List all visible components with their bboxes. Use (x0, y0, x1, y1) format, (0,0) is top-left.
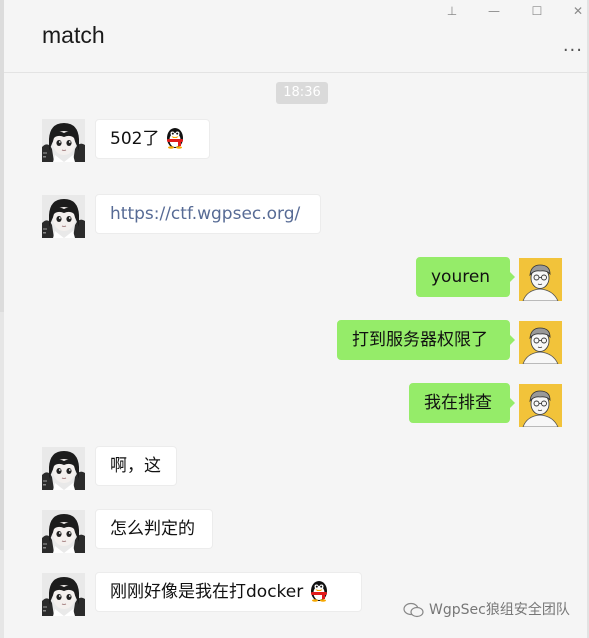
message-text: youren (431, 267, 491, 287)
message-text: 怎么判定的 (110, 519, 195, 539)
qq-penguin-emoji-icon (163, 125, 187, 149)
self-avatar[interactable] (519, 384, 562, 427)
timestamp-badge: 18:36 (276, 82, 328, 104)
message-bubble-incoming[interactable]: https://ctf.wgpsec.org/ (95, 194, 321, 234)
watermark-text: WgpSec狼组安全团队 (429, 602, 570, 618)
message-text: 502了 (110, 129, 160, 149)
self-avatar[interactable] (519, 321, 562, 364)
message-bubble-incoming[interactable]: 502了 (95, 119, 210, 159)
message-text: 打到服务器权限了 (352, 330, 488, 350)
pin-icon[interactable]: ⊥ (444, 3, 460, 19)
maximize-icon[interactable]: ☐ (529, 3, 545, 19)
more-options-icon[interactable]: ··· (563, 40, 583, 61)
contact-avatar[interactable] (42, 510, 85, 553)
wechat-icon (403, 602, 424, 618)
message-bubble-incoming[interactable]: 怎么判定的 (95, 509, 213, 549)
watermark: WgpSec狼组安全团队 (403, 599, 570, 619)
chat-title: match (42, 22, 105, 48)
close-icon[interactable]: ✕ (570, 3, 586, 19)
contact-avatar[interactable] (42, 119, 85, 162)
message-link[interactable]: https://ctf.wgpsec.org/ (110, 204, 300, 224)
contact-avatar[interactable] (42, 447, 85, 490)
minimize-icon[interactable]: — (486, 3, 502, 19)
message-bubble-incoming[interactable]: 啊，这 (95, 446, 177, 486)
message-bubble-outgoing[interactable]: 我在排查 (409, 383, 515, 423)
message-bubble-outgoing[interactable]: youren (416, 257, 515, 297)
message-bubble-incoming[interactable]: 刚刚好像是我在打docker (95, 572, 362, 612)
contact-avatar[interactable] (42, 195, 85, 238)
message-text: 啊，这 (110, 456, 161, 476)
contact-avatar[interactable] (42, 573, 85, 616)
message-text: 刚刚好像是我在打docker (110, 582, 304, 602)
self-avatar[interactable] (519, 258, 562, 301)
message-text: 我在排查 (424, 393, 492, 413)
qq-penguin-emoji-icon (307, 578, 331, 602)
left-edge (0, 0, 4, 638)
message-bubble-outgoing[interactable]: 打到服务器权限了 (337, 320, 515, 360)
